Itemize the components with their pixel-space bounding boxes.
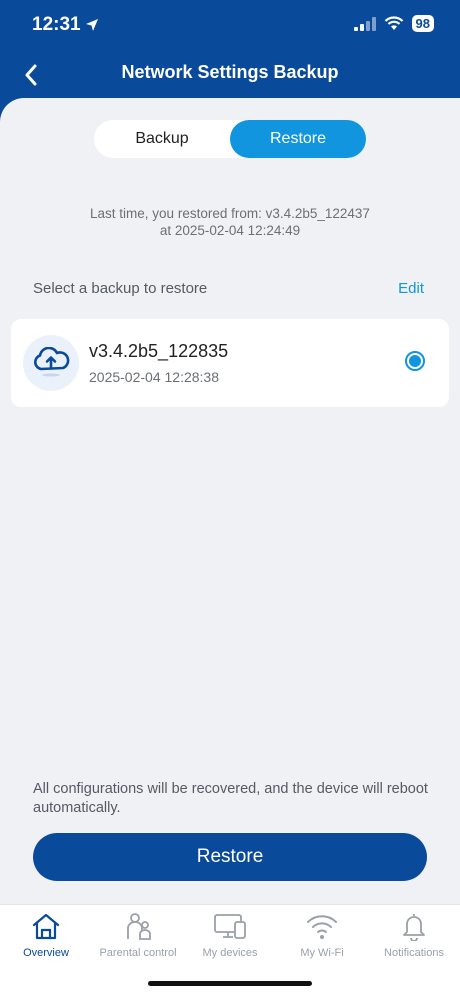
cloud-upload-icon	[34, 347, 70, 377]
wifi-status-icon	[384, 16, 403, 30]
tab-overview[interactable]: Overview	[0, 911, 92, 959]
backup-date: 2025-02-04 12:28:38	[89, 369, 219, 385]
tab-restore[interactable]: Restore	[230, 120, 366, 158]
status-time-text: 12:31	[32, 14, 81, 35]
tab-notifications[interactable]: Notifications	[368, 911, 460, 959]
backup-list-item[interactable]: v3.4.2b5_122835 2025-02-04 12:28:38	[11, 319, 449, 407]
restore-note: All configurations will be recovered, an…	[33, 781, 428, 816]
last-restore-line1: Last time, you restored from: v3.4.2b5_1…	[90, 206, 370, 221]
parental-icon	[127, 913, 151, 940]
nav-bar: Network Settings Backup	[0, 50, 460, 100]
bottom-tab-bar: Overview Parental control My devices My …	[0, 904, 460, 997]
home-icon	[32, 913, 60, 940]
tab-overview-label: Overview	[23, 947, 69, 959]
battery-indicator: 98	[411, 15, 434, 32]
tab-devices-label: My devices	[202, 947, 258, 959]
edit-button[interactable]: Edit	[398, 280, 424, 297]
tab-my-wifi[interactable]: My Wi-Fi	[276, 911, 368, 959]
tab-my-devices[interactable]: My devices	[184, 911, 276, 959]
wifi-icon	[307, 915, 337, 939]
last-restore-line2: at 2025-02-04 12:24:49	[159, 223, 301, 238]
tab-backup[interactable]: Backup	[94, 120, 230, 158]
home-indicator	[148, 981, 312, 986]
bell-icon	[403, 914, 425, 941]
cellular-signal-icon	[353, 16, 376, 31]
status-bar: 12:31 98	[0, 0, 460, 50]
tab-parental-label: Parental control	[99, 947, 177, 959]
tab-parental-control[interactable]: Parental control	[92, 911, 184, 959]
status-time: 12:31	[32, 14, 99, 36]
status-indicators: 98	[353, 15, 434, 32]
radio-dot	[409, 355, 421, 367]
main-content: Backup Restore Last time, you restored f…	[0, 98, 460, 904]
tab-notifications-label: Notifications	[384, 947, 444, 959]
backup-list-label: Select a backup to restore	[33, 280, 208, 297]
backup-name: v3.4.2b5_122835	[89, 341, 229, 361]
backup-restore-toggle: Backup Restore	[94, 120, 366, 158]
cloud-upload-badge	[23, 335, 79, 391]
devices-icon	[214, 914, 246, 939]
tab-wifi-label: My Wi-Fi	[300, 947, 344, 959]
last-restore-info: Last time, you restored from: v3.4.2b5_1…	[40, 205, 420, 239]
restore-button[interactable]: Restore	[33, 833, 427, 881]
backup-radio-selected[interactable]	[405, 351, 425, 371]
page-title: Network Settings Backup	[121, 62, 339, 82]
location-arrow-icon	[85, 19, 98, 31]
